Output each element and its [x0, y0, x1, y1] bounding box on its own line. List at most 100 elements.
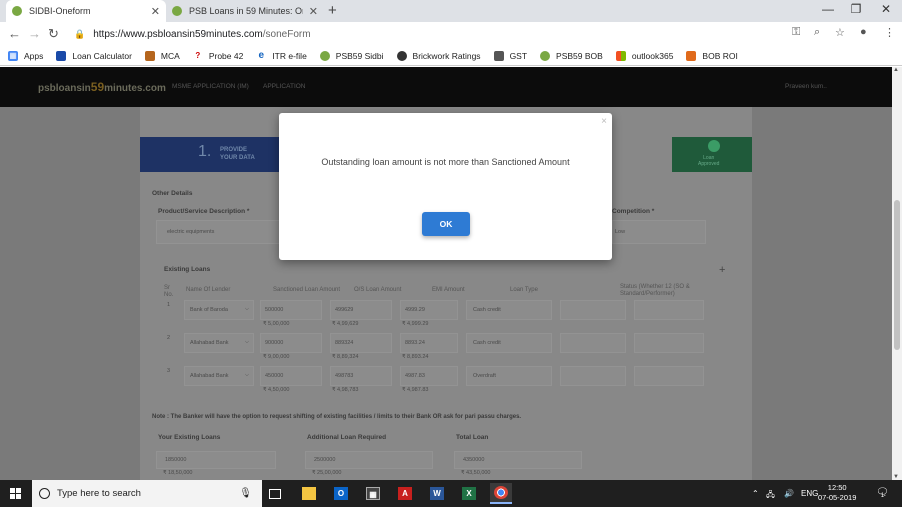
tab-sidbi-oneform[interactable]: SIDBI-Oneform ✕: [6, 0, 166, 22]
sr-no: 2: [167, 335, 171, 341]
calculator-icon[interactable]: ▦: [362, 483, 384, 504]
notification-center-icon[interactable]: 🗨1: [876, 487, 892, 499]
loan-type-select[interactable]: Overdraft: [466, 366, 552, 386]
network-icon[interactable]: 🖧: [766, 489, 775, 503]
bookmark-psb59-bob[interactable]: PSB59 BOB: [540, 50, 603, 61]
user-menu[interactable]: Praveen kum..: [785, 83, 827, 90]
reload-icon[interactable]: ↻: [48, 26, 59, 42]
star-icon[interactable]: ☆: [835, 26, 845, 39]
ie-icon: e: [256, 50, 267, 61]
total-loan-input[interactable]: 4350000: [454, 451, 582, 469]
taskbar: Type here to search 🎙 O ▦ A W X ⌃ 🖧 🔊 EN…: [0, 480, 902, 507]
status-select-2[interactable]: [634, 300, 704, 320]
bookmark-apps[interactable]: ▦ Apps: [8, 50, 43, 61]
emi-input[interactable]: 4999.29: [400, 300, 458, 320]
status-select-2[interactable]: [634, 333, 704, 353]
os-input[interactable]: 499629: [330, 300, 392, 320]
bookmark-bob-roi[interactable]: BOB ROI: [686, 50, 738, 61]
bookmark-mca[interactable]: MCA: [144, 50, 180, 61]
emi-formatted: ₹ 8,893.24: [402, 354, 429, 360]
step-label-line: PROVIDE: [220, 147, 248, 153]
scroll-up-icon[interactable]: ▲: [893, 67, 899, 73]
lock-icon: 🔒: [74, 28, 86, 39]
lender-select[interactable]: Bank of Baroda ⌵: [184, 300, 254, 320]
additional-loan-formatted: ₹ 25,00,000: [312, 470, 342, 476]
clock-date: 07-05-2019: [818, 493, 857, 502]
task-view-icon[interactable]: [264, 483, 286, 504]
volume-icon[interactable]: 🔊: [784, 489, 794, 498]
os-input[interactable]: 498783: [330, 366, 392, 386]
bookmark-loan-calculator[interactable]: Loan Calculator: [56, 50, 132, 61]
bookmark-probe42[interactable]: ? Probe 42: [192, 50, 243, 61]
forward-arrow-icon[interactable]: →: [28, 26, 41, 41]
chrome-icon[interactable]: [490, 483, 512, 504]
step-number: 1.: [198, 143, 212, 160]
additional-loan-input[interactable]: 2500000: [305, 451, 433, 469]
sanctioned-formatted: ₹ 4,50,000: [263, 387, 290, 393]
word-icon[interactable]: W: [426, 483, 448, 504]
file-explorer-icon[interactable]: [298, 483, 320, 504]
url-text[interactable]: https://www.psbloansin59minutes.com/sone…: [93, 29, 310, 40]
sanctioned-input[interactable]: 500000: [260, 300, 322, 320]
url-host: https://www.psbloansin59minutes.com: [93, 28, 263, 40]
nav-msme-application[interactable]: MSME APPLICATION (IM): [172, 83, 249, 90]
minimize-icon[interactable]: —: [814, 2, 842, 16]
restore-icon[interactable]: ❐: [842, 2, 870, 16]
competition-select[interactable]: Low: [612, 220, 706, 244]
excel-icon[interactable]: X: [458, 483, 480, 504]
acrobat-icon[interactable]: A: [394, 483, 416, 504]
psb-favicon-icon: [319, 50, 330, 61]
close-tab-icon[interactable]: ✕: [309, 5, 318, 18]
new-tab-plus-icon[interactable]: +: [328, 2, 337, 19]
clock[interactable]: 12:50 07-05-2019: [818, 483, 856, 503]
status-select[interactable]: [560, 366, 626, 386]
taskbar-search[interactable]: Type here to search 🎙: [32, 480, 262, 507]
address-bar[interactable]: 🔒 https://www.psbloansin59minutes.com/so…: [64, 24, 854, 44]
status-select[interactable]: [560, 300, 626, 320]
your-existing-loans-input[interactable]: 1850000: [156, 451, 276, 469]
status-select-2[interactable]: [634, 366, 704, 386]
bob-icon: [686, 50, 697, 61]
windows-start-icon[interactable]: [10, 488, 21, 499]
product-value: electric equipments: [167, 229, 215, 235]
product-input[interactable]: electric equipments: [156, 220, 280, 244]
alert-dialog: × Outstanding loan amount is not more th…: [279, 113, 612, 260]
sanctioned-input[interactable]: 450000: [260, 366, 322, 386]
sanctioned-input[interactable]: 900000: [260, 333, 322, 353]
close-window-icon[interactable]: ✕: [872, 2, 900, 16]
ok-button[interactable]: OK: [422, 212, 470, 236]
loan-type-value: Cash credit: [473, 340, 501, 346]
bookmarks-bar: ▦ Apps Loan Calculator MCA ? Probe 42 e ITR…: [0, 46, 902, 66]
tab-psb-loans[interactable]: PSB Loans in 59 Minutes: Online ✕: [166, 0, 324, 22]
bookmark-brickwork[interactable]: Brickwork Ratings: [396, 50, 481, 61]
total-loan-label: Total Loan: [456, 434, 489, 441]
emi-input[interactable]: 8893.24: [400, 333, 458, 353]
sanctioned-value: 900000: [265, 340, 284, 346]
tray-chevron-icon[interactable]: ⌃: [752, 489, 759, 498]
lender-select[interactable]: Allahabad Bank ⌵: [184, 333, 254, 353]
loan-type-select[interactable]: Cash credit: [466, 333, 552, 353]
office-icon: [615, 50, 626, 61]
nav-application[interactable]: APPLICATION: [263, 83, 306, 90]
status-select[interactable]: [560, 333, 626, 353]
profile-icon[interactable]: ●: [860, 26, 867, 38]
bookmark-gst[interactable]: GST: [493, 50, 527, 61]
bookmark-outlook365[interactable]: outlook365: [615, 50, 673, 61]
lender-select[interactable]: Allahabad Bank ⌵: [184, 366, 254, 386]
back-arrow-icon[interactable]: ←: [8, 26, 21, 41]
menu-kebab-icon[interactable]: ⋮: [884, 26, 895, 39]
outlook-icon[interactable]: O: [330, 483, 352, 504]
key-icon[interactable]: ⚿: [792, 26, 800, 39]
bookmark-itr-efile[interactable]: e ITR e-file: [256, 50, 307, 61]
language-indicator[interactable]: ENG: [801, 489, 818, 498]
emi-input[interactable]: 4987.83: [400, 366, 458, 386]
scrollbar-thumb[interactable]: [894, 200, 900, 350]
os-input[interactable]: 889324: [330, 333, 392, 353]
zoom-icon[interactable]: ⌕: [814, 26, 820, 39]
close-tab-icon[interactable]: ✕: [151, 5, 160, 18]
loan-type-select[interactable]: Cash credit: [466, 300, 552, 320]
microphone-icon[interactable]: 🎙: [239, 488, 252, 499]
bookmark-psb59-sidbi[interactable]: PSB59 Sidbi: [319, 50, 384, 61]
add-loan-plus-icon[interactable]: +: [719, 264, 725, 276]
close-icon[interactable]: ×: [601, 116, 607, 127]
